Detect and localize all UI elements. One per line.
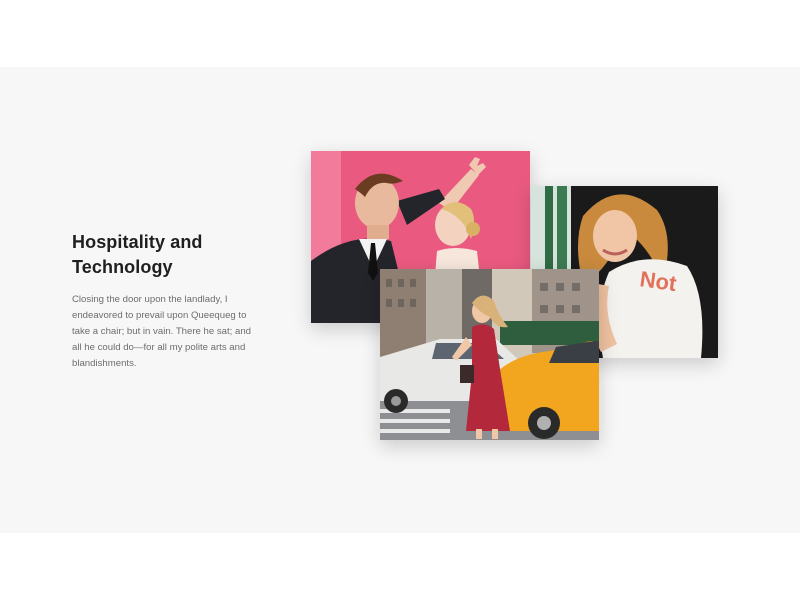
tee-lettering: Not [638, 266, 678, 296]
feature-description: Closing the door upon the landlady, I en… [72, 294, 252, 369]
feature-title: Hospitality and Technology [72, 232, 203, 277]
photo-woman-street-taxi [380, 269, 599, 440]
page: Hospitality and Technology Closing the d… [0, 0, 800, 600]
